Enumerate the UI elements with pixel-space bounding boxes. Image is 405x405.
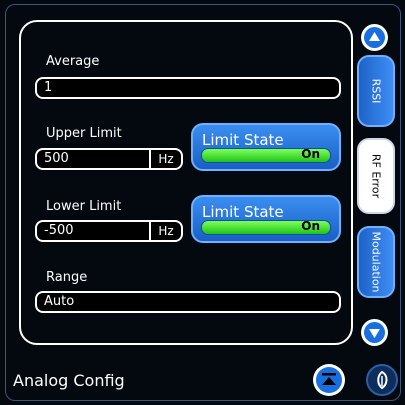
chevron-down-icon	[364, 322, 385, 343]
settings-panel: Average 1 Upper Limit 500 Hz Limit State…	[19, 20, 353, 345]
page-title: Analog Config	[13, 371, 125, 390]
upper-limit-state-label: Limit State	[202, 131, 284, 149]
tab-modulation-label: Modulation	[369, 231, 383, 293]
tab-modulation[interactable]: Modulation	[357, 226, 395, 298]
eject-icon	[316, 367, 342, 393]
lower-limit-label: Lower Limit	[46, 199, 122, 214]
range-label: Range	[46, 270, 88, 285]
average-label: Average	[46, 54, 100, 69]
tab-rssi[interactable]: RSSI	[357, 55, 395, 127]
scroll-up-button[interactable]	[361, 24, 388, 51]
upper-limit-state-value: On	[301, 147, 320, 161]
upper-limit-state-indicator: On	[201, 147, 331, 163]
upper-limit-value: 500	[44, 151, 69, 166]
lower-limit-value: -500	[44, 223, 74, 238]
leaf-icon	[377, 370, 388, 390]
lower-limit-field[interactable]: -500 Hz	[35, 220, 183, 242]
upper-limit-state-button[interactable]: Limit State On	[191, 123, 341, 171]
lower-limit-state-value: On	[301, 219, 320, 233]
collapse-button[interactable]	[313, 364, 345, 396]
average-field[interactable]: 1	[35, 77, 341, 99]
lower-limit-state-label: Limit State	[202, 203, 284, 221]
chevron-up-icon	[364, 27, 385, 48]
lower-limit-unit: Hz	[149, 222, 181, 240]
help-button[interactable]	[366, 364, 398, 396]
upper-limit-label: Upper Limit	[46, 126, 122, 141]
tab-rssi-label: RSSI	[369, 78, 383, 104]
tab-rf-error[interactable]: RF Error	[357, 138, 395, 214]
range-field[interactable]: Auto	[35, 291, 341, 313]
lower-limit-state-indicator: On	[201, 219, 331, 235]
tab-rf-error-label: RF Error	[369, 153, 383, 199]
upper-limit-unit: Hz	[149, 150, 181, 168]
lower-limit-state-button[interactable]: Limit State On	[191, 195, 341, 243]
scroll-down-button[interactable]	[361, 319, 388, 346]
upper-limit-field[interactable]: 500 Hz	[35, 148, 183, 170]
